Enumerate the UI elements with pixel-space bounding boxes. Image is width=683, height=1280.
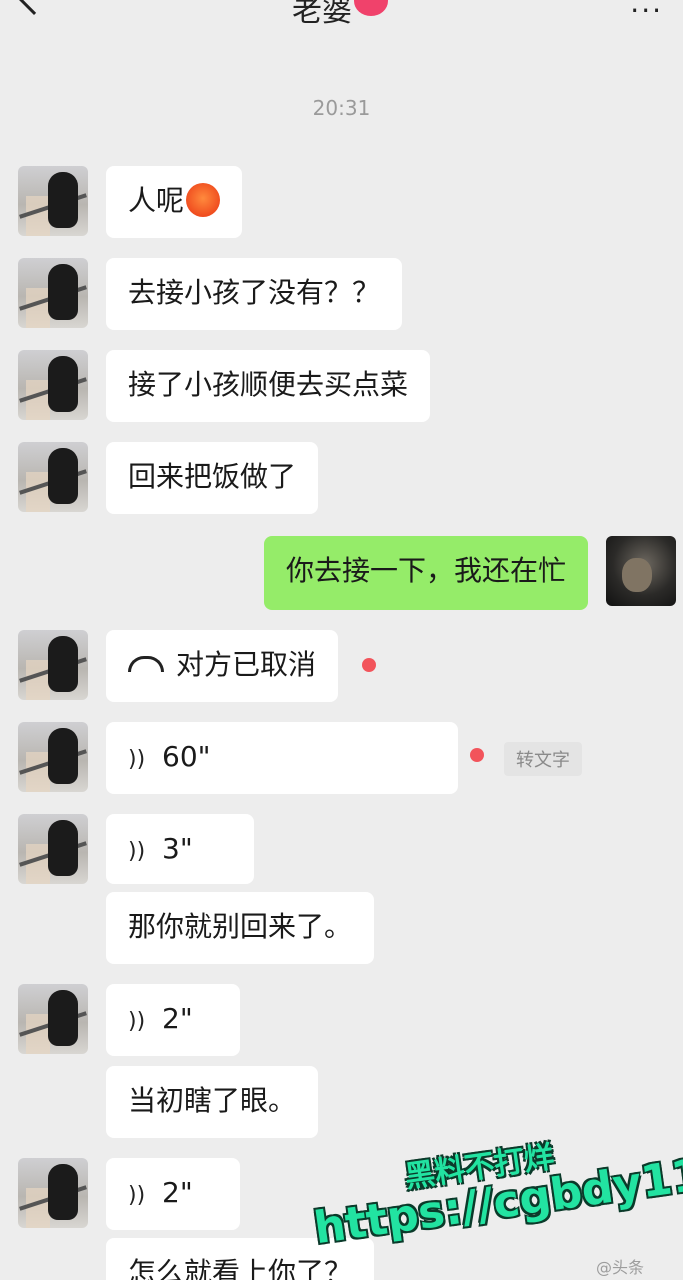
sent-message-bubble[interactable]: 你去接一下，我还在忙	[263, 536, 588, 610]
message-bubble[interactable]: 接了小孩顺便去买点菜	[106, 350, 431, 422]
voice-message-bubble[interactable]: )) 3"	[106, 814, 254, 884]
message-bubble[interactable]: 当初瞎了眼。	[106, 1066, 319, 1138]
contact-avatar[interactable]	[18, 630, 88, 700]
message-text: 回来把饭做了	[128, 460, 297, 493]
voice-message-bubble[interactable]: )) 2"	[106, 1158, 240, 1230]
voice-duration: 2"	[162, 1002, 193, 1035]
message-text: 那你就别回来了。	[128, 910, 353, 943]
contact-avatar[interactable]	[18, 984, 88, 1054]
voice-wave-icon: ))	[128, 1183, 146, 1208]
unread-dot	[362, 658, 376, 672]
message-text: 接了小孩顺便去买点菜	[128, 368, 409, 401]
voice-wave-icon: ))	[128, 747, 146, 772]
message-text: 人呢	[128, 184, 185, 217]
message-text: 你去接一下，我还在忙	[285, 554, 566, 587]
contact-avatar[interactable]	[18, 814, 88, 884]
my-avatar[interactable]	[606, 536, 676, 606]
message-bubble[interactable]: 人呢	[106, 166, 243, 238]
message-text: 怎么就看上你了？	[128, 1256, 353, 1280]
chat-title: 老婆	[292, 0, 352, 29]
call-bubble[interactable]: 对方已取消	[106, 630, 339, 702]
contact-avatar[interactable]	[18, 1158, 88, 1228]
message-timestamp: 20:31	[312, 96, 371, 120]
contact-avatar[interactable]	[18, 350, 88, 420]
more-options-icon[interactable]: ···	[630, 0, 663, 27]
voice-duration: 60"	[162, 740, 211, 773]
message-bubble[interactable]: 那你就别回来了。	[106, 892, 375, 964]
voice-wave-icon: ))	[128, 839, 146, 864]
convert-to-text-button[interactable]: 转文字	[504, 742, 582, 776]
call-status-text: 对方已取消	[176, 648, 317, 681]
contact-avatar[interactable]	[18, 258, 88, 328]
heart-emoji-icon	[354, 0, 388, 16]
unread-dot	[470, 748, 484, 762]
angry-face-emoji-icon	[186, 183, 221, 217]
phone-hangup-icon	[128, 656, 164, 672]
voice-duration: 3"	[162, 832, 193, 865]
message-text: 当初瞎了眼。	[128, 1084, 297, 1117]
voice-wave-icon: ))	[128, 1009, 146, 1034]
message-bubble[interactable]: 去接小孩了没有？？	[106, 258, 403, 330]
voice-message-bubble[interactable]: )) 2"	[106, 984, 240, 1056]
chat-header: 老婆 ···	[0, 0, 683, 40]
message-bubble[interactable]: 回来把饭做了	[106, 442, 319, 514]
contact-avatar[interactable]	[18, 722, 88, 792]
contact-avatar[interactable]	[18, 442, 88, 512]
voice-duration: 2"	[162, 1176, 193, 1209]
voice-message-bubble[interactable]: )) 60"	[106, 722, 458, 794]
contact-avatar[interactable]	[18, 166, 88, 236]
corner-watermark: @头条	[596, 1258, 645, 1277]
message-text: 去接小孩了没有？？	[128, 276, 381, 309]
back-arrow-icon[interactable]	[17, 0, 51, 15]
